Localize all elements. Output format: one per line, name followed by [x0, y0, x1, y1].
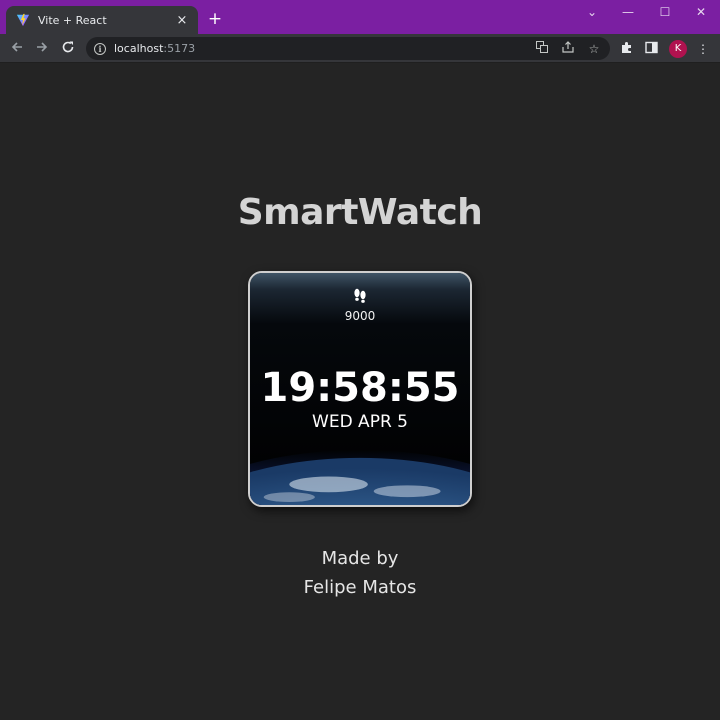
page-title: SmartWatch	[237, 192, 483, 233]
credit-author: Felipe Matos	[303, 577, 417, 598]
tab-close-button[interactable]: ×	[174, 13, 190, 28]
arrow-right-icon	[37, 42, 48, 52]
browser-toolbar: i localhost:5173 ☆ K ⋮	[0, 34, 720, 63]
minimize-button[interactable]: —	[617, 5, 639, 19]
close-window-button[interactable]: ✕	[690, 5, 712, 19]
arrow-left-icon	[11, 42, 22, 52]
tab-title: Vite + React	[38, 13, 107, 27]
address-bar[interactable]: i localhost:5173 ☆	[86, 37, 610, 60]
browser-tab[interactable]: Vite + React ×	[6, 6, 198, 34]
menu-kebab-icon[interactable]: ⋮	[695, 41, 711, 57]
back-button[interactable]	[7, 39, 27, 59]
reload-icon	[62, 41, 74, 53]
step-count: 9000	[344, 309, 376, 323]
side-panel-icon[interactable]	[643, 41, 659, 57]
translate-icon[interactable]	[534, 41, 550, 57]
page-content: SmartWatch 9000 19:58:55 WED APR 5 Made …	[0, 64, 720, 720]
footprints-icon	[354, 288, 366, 303]
new-tab-button[interactable]: +	[206, 10, 224, 28]
forward-button[interactable]	[32, 39, 52, 59]
url-port: :5173	[163, 42, 196, 55]
url-host: localhost	[114, 42, 164, 55]
bookmark-star-icon[interactable]: ☆	[586, 41, 602, 57]
reload-button[interactable]	[58, 39, 78, 59]
profile-avatar[interactable]: K	[669, 40, 687, 58]
vite-logo-icon	[16, 13, 30, 27]
browser-titlebar: Vite + React × + ⌄ — ☐ ✕	[0, 0, 720, 34]
tab-search-icon[interactable]: ⌄	[581, 5, 603, 19]
watch-time: 19:58:55	[260, 365, 460, 411]
credit-made-by: Made by	[321, 548, 399, 569]
maximize-button[interactable]: ☐	[654, 5, 676, 19]
extensions-icon[interactable]	[618, 41, 634, 57]
watch-date: WED APR 5	[312, 412, 408, 432]
share-icon[interactable]	[560, 41, 576, 57]
smartwatch-face: 9000 19:58:55 WED APR 5	[248, 271, 472, 507]
info-icon[interactable]: i	[94, 42, 106, 55]
